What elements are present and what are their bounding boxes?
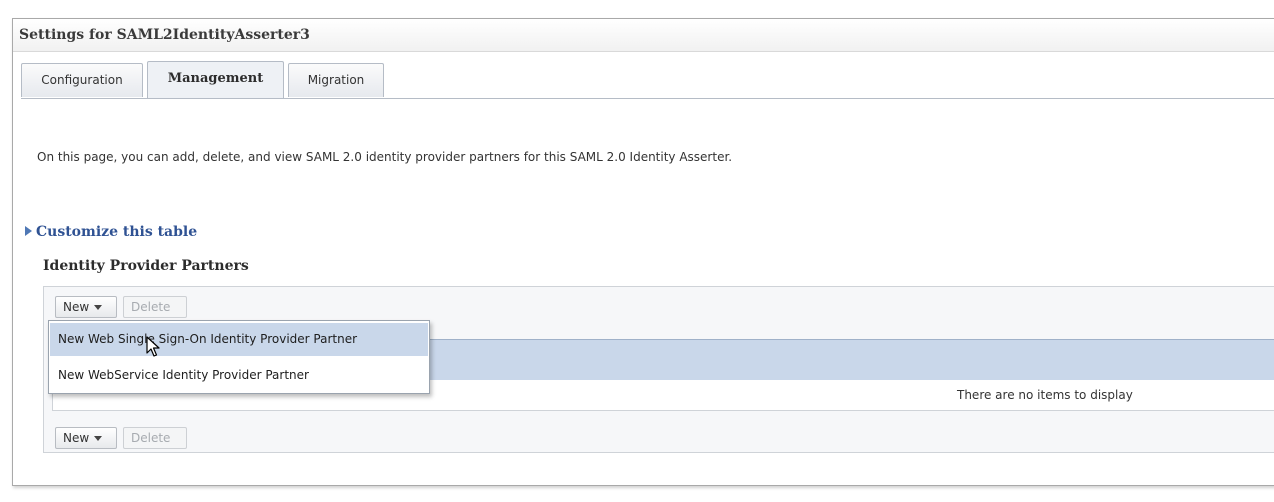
tab-divider	[21, 98, 1274, 99]
page-title: Settings for SAML2IdentityAsserter3	[19, 27, 310, 43]
title-bar: Settings for SAML2IdentityAsserter3	[13, 19, 1274, 52]
customize-label: Customize this table	[36, 224, 198, 240]
expand-triangle-icon	[25, 226, 32, 236]
tab-management[interactable]: Management	[147, 61, 284, 98]
new-button-label: New	[63, 300, 90, 314]
empty-message: There are no items to display	[957, 388, 1133, 402]
new-dropdown-menu: New Web Single Sign-On Identity Provider…	[48, 320, 430, 394]
menu-item-new-webservice-partner[interactable]: New WebService Identity Provider Partner	[50, 359, 428, 392]
delete-button-bottom[interactable]: Delete	[123, 427, 187, 449]
delete-button-top[interactable]: Delete	[123, 296, 187, 318]
new-button-label: New	[63, 431, 90, 445]
chevron-down-icon	[94, 305, 103, 310]
settings-window: Settings for SAML2IdentityAsserter3 Conf…	[12, 18, 1274, 486]
customize-table-link[interactable]: Customize this table	[25, 224, 197, 240]
menu-item-new-web-sso-partner[interactable]: New Web Single Sign-On Identity Provider…	[50, 323, 428, 356]
tab-configuration[interactable]: Configuration	[21, 63, 143, 97]
section-title: Identity Provider Partners	[43, 258, 249, 274]
new-button-bottom[interactable]: New	[55, 427, 117, 449]
intro-text: On this page, you can add, delete, and v…	[37, 150, 733, 164]
new-button-top[interactable]: New	[55, 296, 117, 318]
chevron-down-icon	[94, 436, 103, 441]
tab-migration[interactable]: Migration	[288, 63, 384, 97]
mouse-pointer-icon	[146, 336, 160, 357]
